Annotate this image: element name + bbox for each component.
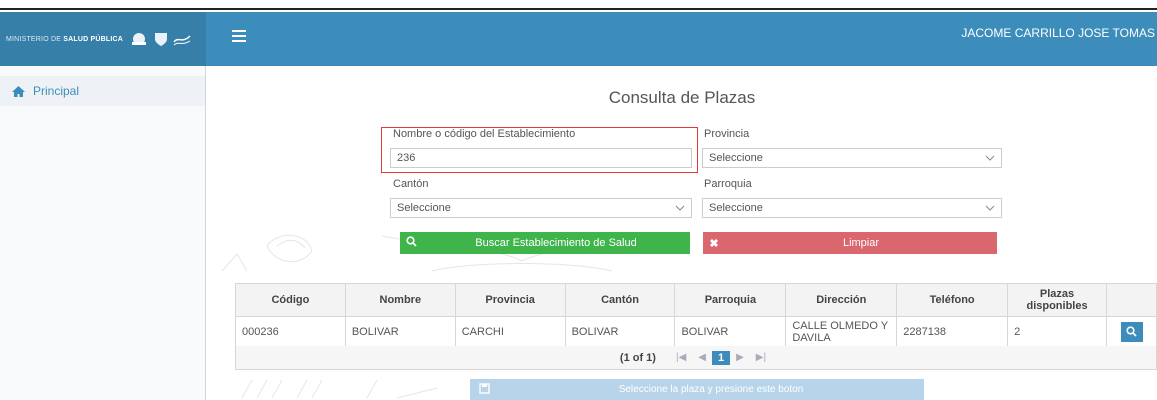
parroquia-select[interactable]: Seleccione — [702, 198, 1002, 218]
establecimiento-input[interactable]: 236 — [390, 148, 692, 168]
last-page-icon[interactable]: ▶| — [756, 352, 766, 363]
page-count: (1 of 1) — [619, 351, 656, 364]
chevron-down-icon — [985, 205, 995, 211]
cell-parroquia: BOLIVAR — [674, 316, 787, 347]
cell-plazas-disponibles: 2 — [1007, 316, 1107, 347]
select-plaza-label: Seleccione la plaza y presione este boto… — [618, 384, 804, 395]
parroquia-label: Parroquia — [704, 178, 752, 190]
cell-nombre: BOLIVAR — [344, 316, 456, 347]
column-header[interactable]: Cantón — [564, 283, 676, 317]
canton-selected-value: Seleccione — [397, 202, 451, 214]
column-header — [1106, 283, 1157, 317]
ministry-logo[interactable]: MINISTERIO DE SALUD PÚBLICA — [0, 12, 206, 66]
cell-telefono: 2287138 — [896, 316, 1009, 347]
chevron-down-icon — [675, 205, 685, 211]
watermark-pattern — [241, 379, 438, 399]
column-header[interactable]: Dirección — [785, 283, 898, 317]
column-header[interactable]: Plazas disponibles — [1007, 283, 1107, 317]
close-icon: ✖ — [709, 237, 719, 250]
cell-provincia: CARCHI — [454, 316, 566, 347]
page-title: Consulta de Plazas — [608, 88, 756, 107]
window-top-strip — [0, 0, 1157, 10]
home-icon — [12, 85, 25, 97]
main-content: Consulta de Plazas Nombre o código del E… — [207, 66, 1157, 400]
results-table: Código Nombre Provincia Cantón Parroquia… — [235, 283, 1157, 347]
government-emblem-icon — [173, 35, 191, 46]
column-header[interactable]: Nombre — [344, 283, 456, 317]
sidebar-toggle-button[interactable] — [232, 30, 246, 44]
column-header[interactable]: Teléfono — [896, 283, 1009, 317]
page-number-button[interactable]: 1 — [711, 350, 731, 365]
save-icon — [470, 382, 498, 397]
pagination: (1 of 1) |◀ ◀ 1 ▶ ▶| — [235, 346, 1157, 370]
cell-action — [1106, 316, 1157, 347]
search-icon — [1126, 326, 1137, 337]
clear-button[interactable]: ✖ Limpiar — [703, 232, 997, 254]
provincia-selected-value: Seleccione — [709, 152, 763, 164]
canton-label: Cantón — [393, 178, 429, 190]
logo-text: MINISTERIO DE SALUD PÚBLICA — [6, 35, 124, 43]
cell-direccion: CALLE OLMEDO Y DAVILA — [785, 316, 898, 347]
provincia-select[interactable]: Seleccione — [702, 148, 1002, 168]
search-button-label: Buscar Establecimiento de Salud — [475, 237, 637, 249]
parroquia-selected-value: Seleccione — [709, 202, 763, 214]
table-row[interactable]: 000236 BOLIVAR CARCHI BOLIVAR BOLIVAR CA… — [235, 316, 1157, 347]
user-name[interactable]: JACOME CARRILLO JOSE TOMAS — [961, 26, 1155, 40]
cell-canton: BOLIVAR — [564, 316, 676, 347]
chevron-down-icon — [985, 155, 995, 161]
shield-crest-icon — [155, 33, 168, 46]
sidebar: Principal — [0, 66, 206, 400]
view-plazas-button[interactable] — [1120, 321, 1143, 342]
watermark-emblem — [221, 234, 313, 272]
table-header-row: Código Nombre Provincia Cantón Parroquia… — [235, 283, 1157, 317]
top-navbar: MINISTERIO DE SALUD PÚBLICA JACOME CARRI… — [0, 12, 1157, 66]
cell-codigo: 000236 — [235, 316, 346, 347]
column-header[interactable]: Código — [235, 283, 346, 317]
first-page-icon[interactable]: |◀ — [676, 352, 686, 363]
column-header[interactable]: Parroquia — [674, 283, 787, 317]
select-plaza-button[interactable]: Seleccione la plaza y presione este boto… — [470, 379, 924, 400]
ecuador-flag-icon — [132, 33, 147, 45]
column-header[interactable]: Provincia — [454, 283, 566, 317]
next-page-icon[interactable]: ▶ — [736, 352, 744, 363]
search-establishment-button[interactable]: Buscar Establecimiento de Salud — [400, 232, 690, 254]
sidebar-item-principal[interactable]: Principal — [0, 76, 205, 106]
clear-button-label: Limpiar — [842, 237, 880, 249]
sidebar-item-label: Principal — [33, 84, 80, 98]
establecimiento-label: Nombre o código del Establecimiento — [393, 128, 576, 140]
prev-page-icon[interactable]: ◀ — [698, 352, 706, 363]
canton-select[interactable]: Seleccione — [390, 198, 692, 218]
provincia-label: Provincia — [704, 128, 750, 140]
search-icon — [400, 236, 422, 250]
